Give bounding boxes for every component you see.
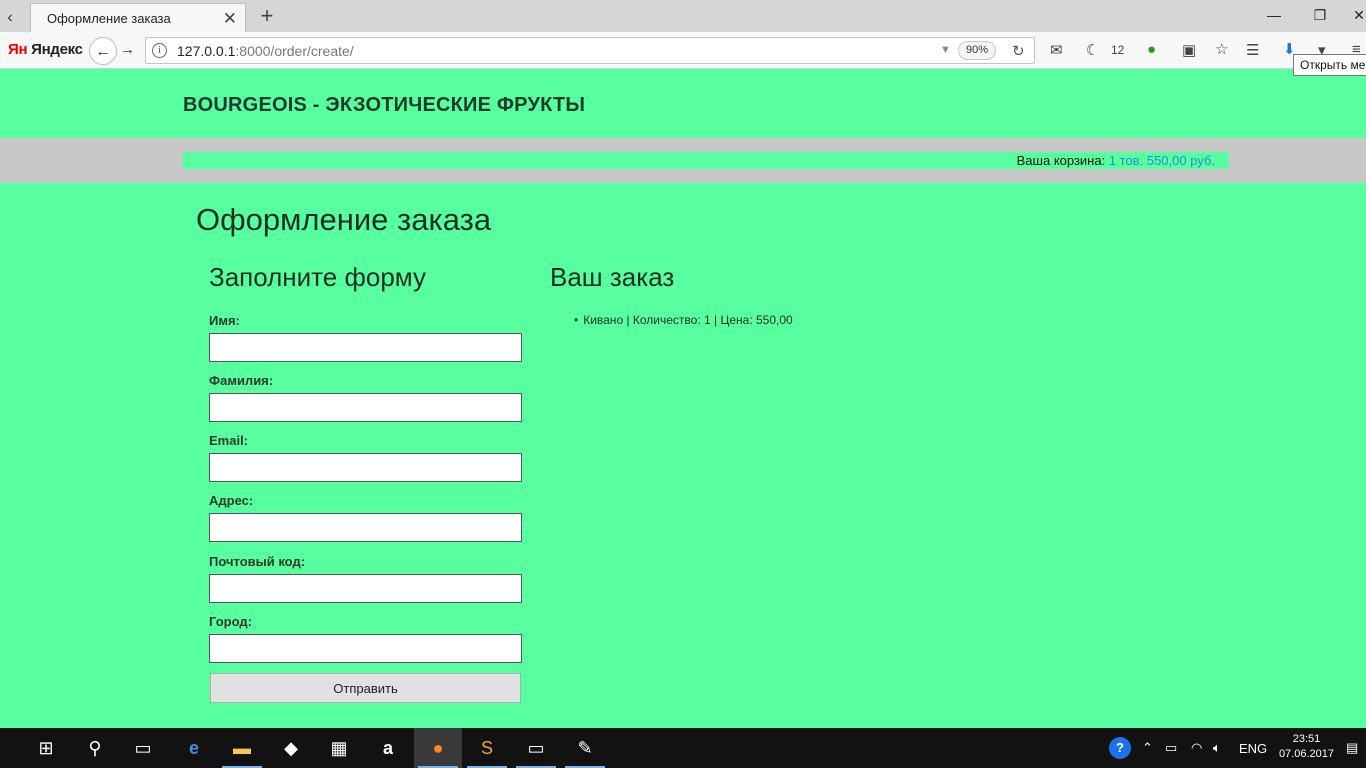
postal-code-field[interactable] (209, 574, 522, 603)
dropbox-icon[interactable]: ◆ (267, 728, 315, 768)
wifi-icon[interactable]: ◠ (1191, 728, 1202, 768)
windows-start-icon[interactable]: ⊞ (22, 728, 70, 768)
yandex-logo-text: Яндекс (31, 41, 83, 58)
sublime-text-icon[interactable]: S (463, 728, 511, 768)
cart-link[interactable]: 1 тов. 550,00 руб. (1109, 153, 1215, 168)
first-name-label: Имя: (209, 313, 240, 328)
email-field[interactable] (209, 453, 522, 482)
url-host: 127.0.0.1 (177, 43, 236, 59)
reader-icon[interactable]: ▣ (1182, 41, 1196, 59)
amazon-icon[interactable]: a (364, 728, 412, 768)
help-icon[interactable]: ? (1109, 728, 1131, 768)
store-icon[interactable]: ▦ (315, 728, 363, 768)
tab-scroll-left-icon[interactable]: ‹ (0, 4, 20, 32)
last-name-label: Фамилия: (209, 373, 274, 388)
site-info-icon[interactable]: i (152, 43, 167, 58)
city-label: Город: (209, 614, 252, 629)
firefox-icon[interactable]: ● (414, 728, 462, 768)
page-title: Оформление заказа (196, 202, 492, 237)
last-name-field[interactable] (209, 393, 522, 422)
minimize-window-icon[interactable]: — (1251, 0, 1297, 30)
city-field[interactable] (209, 634, 522, 663)
first-name-field[interactable] (209, 333, 522, 362)
edge-icon[interactable]: e (170, 728, 218, 768)
url-dropdown-icon[interactable]: ▼ (940, 44, 951, 56)
zoom-indicator[interactable]: 90% (958, 41, 996, 60)
language-indicator[interactable]: ENG (1239, 728, 1267, 768)
tab-close-icon[interactable]: ✕ (223, 9, 237, 29)
file-explorer-icon[interactable]: ▬ (218, 728, 266, 768)
clock-date: 07.06.2017 (1278, 748, 1334, 760)
address-label: Адрес: (209, 493, 254, 508)
submit-button[interactable]: Отправить (210, 673, 521, 703)
address-bar[interactable]: i 127.0.0.1:8000/order/create/ ▼ 90% ↻ (145, 37, 1035, 64)
email-label: Email: (209, 433, 249, 448)
yandex-logo[interactable]: Ян Яндекс (8, 41, 83, 58)
subheader: Ваша корзина: 1 тов. 550,00 руб. (0, 138, 1366, 183)
forward-button[interactable]: → (120, 41, 135, 58)
windows-taskbar: ⊞ ⚲ ▭ e ▬ ◆ ▦ a ● S ▭ ✎ ? ⌃ ▭ ◠ 🔈︎ ENG 2… (0, 728, 1366, 768)
yandex-logo-prefix: Ян (8, 41, 28, 58)
back-button[interactable]: ← (89, 37, 117, 65)
list-item: Кивано | Количество: 1 | Цена: 550,00 (574, 313, 792, 327)
volume-icon[interactable]: 🔈︎ (1213, 728, 1221, 768)
task-view-icon[interactable]: ▭ (119, 728, 167, 768)
bookmarks-list-icon[interactable]: ☰ (1246, 41, 1259, 59)
bookmark-star-icon[interactable]: ☆ (1215, 40, 1228, 58)
form-title: Заполните форму (209, 262, 426, 292)
paint-icon[interactable]: ✎ (561, 728, 609, 768)
browser-tab-bar: ‹ Оформление заказа ✕ + — ❐ ✕ (0, 0, 1366, 32)
postal-code-label: Почтовый код: (209, 554, 306, 569)
command-prompt-icon[interactable]: ▭ (512, 728, 560, 768)
clock-time: 23:51 (1292, 733, 1321, 745)
tray-expand-icon[interactable]: ⌃ (1142, 728, 1153, 768)
cart-summary: Ваша корзина: 1 тов. 550,00 руб. (183, 152, 1229, 169)
new-tab-button[interactable]: + (256, 3, 278, 29)
site-logo[interactable]: BOURGEOIS - ЭКЗОТИЧЕСКИЕ ФРУКТЫ (183, 94, 585, 117)
site-header: BOURGEOIS - ЭКЗОТИЧЕСКИЕ ФРУКТЫ (0, 70, 1366, 138)
address-field[interactable] (209, 513, 522, 542)
tab-title: Оформление заказа (47, 10, 171, 26)
mail-icon[interactable]: ✉ (1050, 41, 1063, 59)
order-title: Ваш заказ (550, 262, 675, 292)
order-items-list: Кивано | Количество: 1 | Цена: 550,00 (574, 313, 792, 327)
notification-count: 12 (1111, 43, 1125, 57)
url-text: 127.0.0.1:8000/order/create/ (177, 43, 354, 59)
extension-icon[interactable]: ● (1147, 41, 1156, 58)
notifications-icon[interactable]: ▤ (1346, 728, 1358, 768)
cart-label: Ваша корзина: (1016, 153, 1106, 168)
clock[interactable]: 23:51 07.06.2017 (1279, 732, 1334, 762)
close-window-icon[interactable]: ✕ (1336, 0, 1366, 30)
weather-icon[interactable]: ☾ (1086, 41, 1099, 59)
browser-tab[interactable]: Оформление заказа ✕ (30, 3, 246, 32)
url-path: :8000/order/create/ (235, 43, 354, 59)
reload-icon[interactable]: ↻ (1012, 42, 1025, 60)
search-icon[interactable]: ⚲ (71, 728, 119, 768)
tooltip: Открыть ме (1293, 54, 1366, 76)
browser-nav-bar: Ян Яндекс ← → i 127.0.0.1:8000/order/cre… (0, 32, 1366, 69)
battery-icon[interactable]: ▭ (1165, 728, 1177, 768)
